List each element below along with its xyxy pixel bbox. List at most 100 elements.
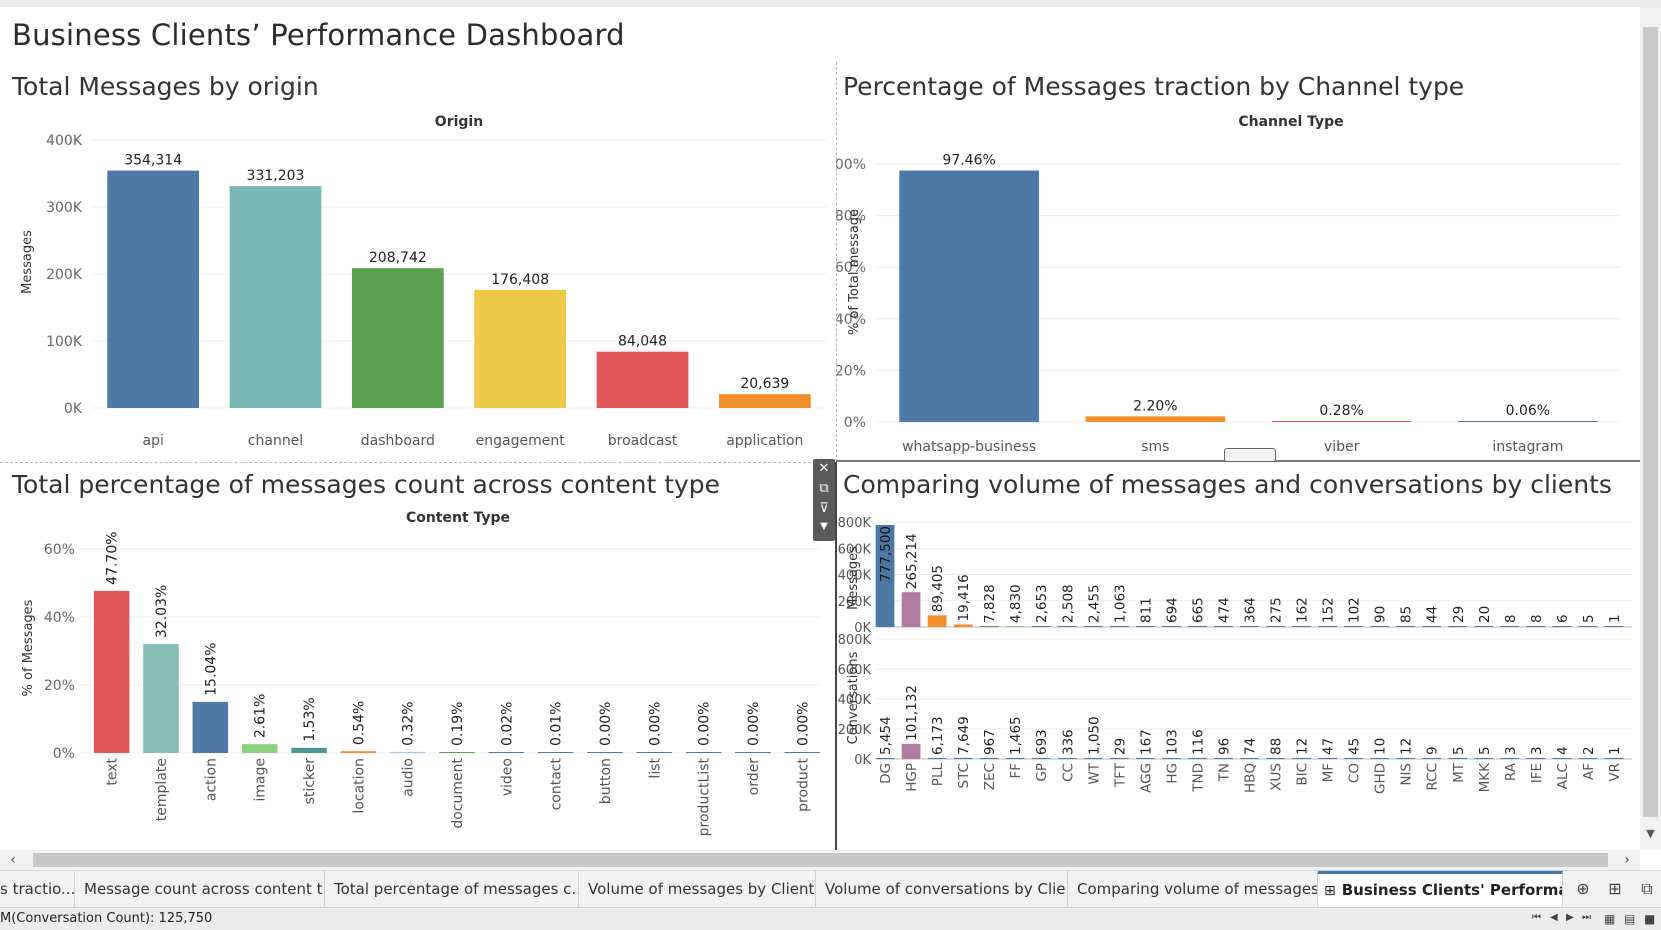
bar-HGP [901,592,921,627]
last-page-icon[interactable]: ⏭ [1582,912,1591,923]
y-tick-label: 100% [836,157,866,173]
bar-NIS [1396,626,1416,627]
horizontal-scroll-thumb[interactable] [33,853,1608,867]
first-page-icon[interactable]: ⏮ [1532,912,1541,923]
category-label: whatsapp-business [902,439,1036,455]
data-label: 97.46% [942,153,995,169]
category-label: channel [248,433,303,449]
data-label: 103 [1164,729,1180,755]
vertical-scrollbar[interactable]: ▼ [1640,7,1661,850]
tab-sheet[interactable]: Volume of messages by Clients [579,871,816,907]
category-label: viber [1324,439,1360,455]
chart-title: Content Type [406,510,510,526]
bar-HG [1162,758,1181,759]
y-axis-label: Messages [846,546,861,610]
next-page-icon[interactable]: ▶ [1566,912,1574,923]
clients-comparison-chart[interactable]: 0K200K400K600K800KMessages 777,500 265,214… [837,508,1640,850]
list-view-icon[interactable]: ▤ [1624,912,1635,926]
bar-video [488,752,525,753]
y-tick-label: 800K [838,633,872,648]
bar-WT [1083,626,1103,627]
go-to-sheet-icon[interactable]: ⧉ [813,481,835,496]
data-label: 331,203 [247,168,305,184]
data-label: 694 [1164,597,1180,623]
panel-floating-toolbar: ✕ ⧉ ⊽ ▼ [813,459,835,541]
new-worksheet-icon[interactable]: ⊕ [1573,879,1593,899]
data-label: 474 [1216,597,1232,623]
bar-PLL [927,615,947,627]
bar-HBQ [1240,626,1259,627]
close-icon[interactable]: ✕ [813,461,835,476]
bar-image [241,744,278,753]
category-label: DG [878,763,894,784]
tab-sheet[interactable]: Volume of conversations by Clie... [816,871,1068,907]
tab-sheet[interactable]: Message count across content t... [75,871,325,907]
category-label: RA [1503,762,1519,781]
data-label: 1,050 [1086,716,1102,755]
data-label: 85 [1399,606,1415,623]
panel-resize-handle[interactable] [1224,448,1276,462]
more-options-icon[interactable]: ▼ [813,521,835,532]
bar-WT [1083,758,1103,759]
bar-MKK [1474,758,1494,759]
bar-DG [875,758,895,759]
bar-ALC [1552,626,1572,627]
tab-sheet[interactable]: s tractio... [0,871,75,907]
y-tick-label: 200K [46,267,83,283]
data-label: 4 [1555,746,1571,755]
bar-api [107,170,200,408]
data-label: 0.28% [1319,403,1363,419]
data-label: 693 [1034,729,1050,755]
category-label: application [726,433,803,449]
data-label: 2,653 [1034,584,1050,623]
bar-sms [1085,416,1226,422]
bar-STC [953,757,973,759]
bar-MT [1448,758,1468,759]
category-label: AF [1581,763,1597,780]
data-label: 0.54% [351,701,367,745]
scroll-left-arrow-icon[interactable]: ‹ [4,850,22,870]
data-label: 0.32% [401,701,417,745]
bar-whatsapp-business [899,170,1039,422]
origin-bar-chart[interactable]: Origin 0K 100K 200K 300K 400K Messages 354,314 a… [0,112,836,462]
bar-GP [1031,758,1051,759]
data-label: 0.02% [499,702,515,746]
scroll-down-arrow-icon[interactable]: ▼ [1644,827,1657,841]
tab-sheet[interactable]: Comparing volume of messages ... [1068,871,1318,907]
data-label: 45 [1347,738,1363,755]
scroll-right-arrow-icon[interactable]: › [1618,850,1636,870]
category-label: audio [401,758,417,797]
category-label: BIC [1295,763,1311,786]
filmstrip-view-icon[interactable]: ■ [1644,912,1655,926]
category-label: list [647,757,663,778]
filter-icon[interactable]: ⊽ [813,501,835,516]
y-axis-label: Conversations [846,651,861,744]
data-label: 2.20% [1133,398,1177,414]
channel-bar-chart[interactable]: Channel Type0%20%40%60%80%100%% of Total… [836,112,1640,460]
category-label: engagement [476,433,566,449]
y-tick-label: 0K [64,401,83,417]
data-label: 811 [1138,597,1154,623]
grid-view-icon[interactable]: ▦ [1604,912,1615,926]
prev-page-icon[interactable]: ◀ [1550,912,1558,923]
new-dashboard-icon[interactable]: ⊞ [1605,879,1625,899]
bar-productList [685,752,722,753]
category-label: GP [1034,763,1050,782]
tab-active-dashboard[interactable]: ⊞ Business Clients' Performan... [1318,871,1563,907]
category-label: instagram [1492,439,1563,455]
new-story-icon[interactable]: ⧉ [1637,879,1657,899]
vertical-scroll-thumb[interactable] [1643,27,1658,817]
data-label: 116 [1190,729,1206,755]
content-type-bar-chart[interactable]: Content Type 0% 20% 40% 60% % of Messages 47.7… [0,508,835,850]
data-label: 0.00% [795,702,811,746]
category-label: video [499,758,515,796]
channel-panel-title: Percentage of Messages traction by Chann… [843,72,1465,101]
data-label: 32.03% [154,585,170,638]
horizontal-scrollbar[interactable]: ‹ › [0,850,1640,870]
data-label: 15.04% [203,642,219,695]
data-label: 1.53% [302,697,318,741]
bar-ALC [1552,758,1572,759]
data-label: 275 [1269,597,1285,623]
tab-sheet[interactable]: Total percentage of messages c... [325,871,579,907]
category-label: TND [1190,763,1206,793]
